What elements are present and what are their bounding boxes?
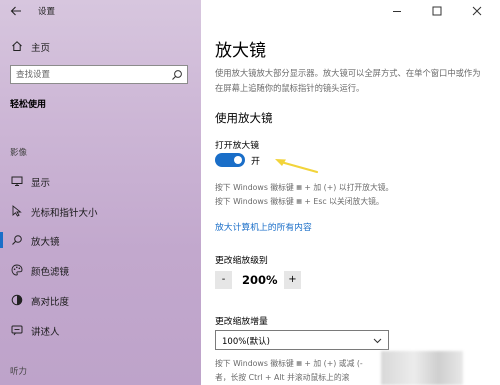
- minimize-icon[interactable]: [380, 0, 414, 22]
- sidebar-item-display[interactable]: 显示: [0, 170, 201, 192]
- sidebar-item-cursor[interactable]: 光标和指针大小: [0, 200, 201, 222]
- sidebar-item-magnifier[interactable]: 放大镜: [0, 229, 201, 251]
- search-input[interactable]: [16, 67, 166, 82]
- windows-logo-icon: ▦: [296, 184, 302, 191]
- blurred-region: [381, 351, 463, 385]
- main-content: 放大镜 使用放大镜放大部分显示器。放大镜可以全屏方式、在单个窗口中或作为在屏幕上…: [201, 0, 500, 385]
- sidebar-item-label: 高对比度: [31, 297, 70, 308]
- toggle-knob: [234, 156, 242, 164]
- hint-close: 按下 Windows 徽标键 ▦ + Esc 以关闭放大镜。: [215, 196, 384, 207]
- page-description: 使用放大镜放大部分显示器。放大镜可以全屏方式、在单个窗口中或作为在屏幕上追随你的…: [215, 68, 481, 93]
- zoom-increase-button[interactable]: +: [284, 271, 301, 289]
- hint-text: + 加 (+) 或减 (-: [304, 359, 363, 368]
- hint-open: 按下 Windows 徽标键 ▦ + 加 (+) 以打开放大镜。: [215, 182, 393, 193]
- settings-window: 设置 主页 轻松使用 影像 显示: [0, 0, 500, 385]
- monitor-icon: [11, 176, 23, 186]
- sidebar-item-label: 颜色滤镜: [31, 267, 70, 278]
- page-title: 放大镜: [215, 41, 266, 61]
- magnifier-icon: [12, 235, 22, 245]
- sidebar: 设置 主页 轻松使用 影像 显示: [0, 0, 201, 385]
- cursor-icon: [12, 205, 22, 217]
- hint-text: + 加 (+) 以打开放大镜。: [304, 183, 394, 192]
- close-icon[interactable]: [460, 0, 494, 22]
- window-title: 设置: [38, 7, 56, 17]
- group-label-hearing: 听力: [10, 367, 28, 377]
- contrast-icon: [11, 294, 23, 306]
- windows-logo-icon: ▦: [296, 360, 302, 367]
- hint-text: 按下 Windows 徽标键: [215, 183, 294, 192]
- zoom-level-label: 更改缩放级别: [215, 256, 268, 266]
- sidebar-item-color-filters[interactable]: 颜色滤镜: [0, 259, 201, 281]
- sidebar-item-label: 讲述人: [31, 327, 60, 338]
- sidebar-item-label: 光标和指针大小: [31, 208, 98, 219]
- zoom-everything-link[interactable]: 放大计算机上的所有内容: [215, 220, 312, 233]
- hint-text: 按下 Windows 徽标键: [215, 197, 294, 206]
- window-controls: [380, 0, 500, 22]
- sidebar-item-home[interactable]: 主页: [0, 35, 201, 57]
- search-icon[interactable]: [171, 69, 183, 81]
- hint-bottom-2: 者，长按 Ctrl + Alt 并滚动鼠标上的滚: [215, 373, 350, 382]
- narrator-icon: [11, 325, 23, 336]
- active-indicator: [0, 232, 3, 248]
- scrollbar[interactable]: [494, 24, 498, 384]
- search-box[interactable]: [10, 65, 188, 84]
- zoom-increment-label: 更改缩放增量: [215, 317, 268, 327]
- hint-text: + Esc 以关闭放大镜。: [304, 197, 384, 206]
- sidebar-item-label: 显示: [31, 178, 51, 189]
- chevron-down-icon: [373, 338, 382, 344]
- sidebar-item-high-contrast[interactable]: 高对比度: [0, 289, 201, 311]
- group-label-vision: 影像: [10, 148, 28, 158]
- back-arrow-icon[interactable]: [9, 4, 23, 18]
- sidebar-item-narrator[interactable]: 讲述人: [0, 319, 201, 341]
- home-icon: [12, 41, 22, 51]
- zoom-decrease-button[interactable]: -: [215, 271, 232, 289]
- category-heading: 轻松使用: [10, 100, 47, 110]
- hint-bottom-1: 按下 Windows 徽标键 ▦ + 加 (+) 或减 (-: [215, 358, 363, 369]
- hint-text: 按下 Windows 徽标键: [215, 359, 294, 368]
- annotation-arrow-icon: [275, 159, 319, 174]
- toggle-label: 打开放大镜: [215, 141, 259, 151]
- windows-logo-icon: ▦: [296, 198, 302, 205]
- zoom-increment-dropdown[interactable]: 100%(默认): [215, 330, 389, 350]
- palette-icon: [11, 264, 23, 276]
- zoom-level-value: 200%: [242, 273, 278, 287]
- title-bar: 设置: [0, 0, 201, 22]
- sidebar-item-label: 放大镜: [31, 237, 60, 248]
- magnifier-toggle[interactable]: [215, 153, 245, 167]
- dropdown-selected-value: 100%(默认): [222, 337, 270, 347]
- section-title: 使用放大镜: [215, 111, 273, 125]
- maximize-icon[interactable]: [420, 0, 454, 22]
- toggle-state-text: 开: [251, 157, 261, 167]
- sidebar-item-label: 主页: [31, 43, 51, 54]
